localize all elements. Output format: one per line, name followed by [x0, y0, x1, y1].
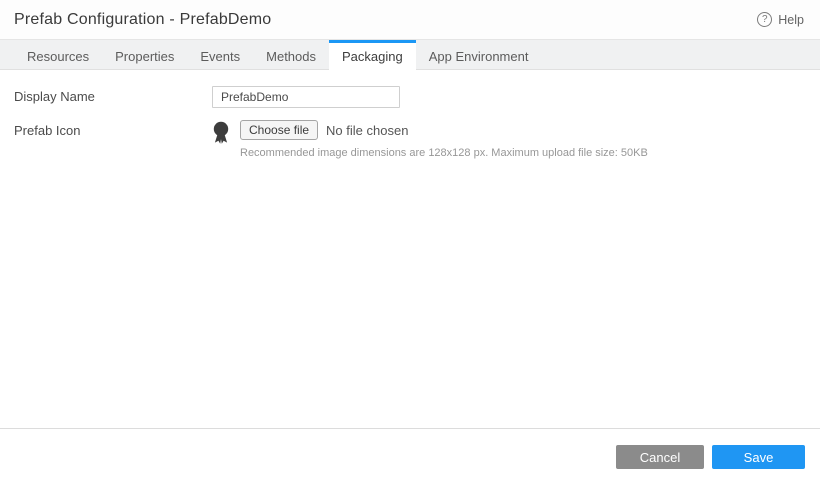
tab-app-environment[interactable]: App Environment — [416, 40, 542, 69]
tab-resources[interactable]: Resources — [14, 40, 102, 69]
tab-properties[interactable]: Properties — [102, 40, 187, 69]
display-name-input[interactable] — [212, 86, 400, 108]
prefab-icon-label: Prefab Icon — [14, 123, 81, 138]
help-label: Help — [778, 12, 804, 27]
prefab-configuration-dialog: Prefab Configuration - PrefabDemo ? Help… — [0, 0, 820, 485]
award-ribbon-icon — [213, 121, 229, 144]
file-chooser-row: Choose file No file chosen — [240, 120, 648, 140]
upload-hint-text: Recommended image dimensions are 128x128… — [240, 147, 648, 159]
dialog-footer: Cancel Save — [0, 428, 820, 485]
page-title: Prefab Configuration - PrefabDemo — [14, 10, 272, 28]
cancel-button[interactable]: Cancel — [616, 445, 704, 469]
packaging-tab-panel: Display Name Prefab Icon Choose file No … — [0, 70, 820, 428]
tab-methods[interactable]: Methods — [253, 40, 329, 69]
display-name-label: Display Name — [14, 89, 95, 104]
save-button[interactable]: Save — [712, 445, 805, 469]
file-chooser: Choose file No file chosen Recommended i… — [240, 120, 648, 159]
display-name-row: Display Name — [14, 86, 820, 108]
prefab-icon-block: Choose file No file chosen Recommended i… — [212, 120, 648, 159]
tab-packaging[interactable]: Packaging — [329, 40, 416, 70]
help-button[interactable]: ? Help — [757, 12, 804, 27]
help-question-icon: ? — [757, 12, 773, 27]
prefab-icon-row: Prefab Icon Choose file No file chosen R… — [14, 120, 820, 159]
no-file-chosen-text: No file chosen — [326, 122, 409, 138]
dialog-header: Prefab Configuration - PrefabDemo ? Help — [0, 0, 820, 40]
tab-bar: Resources Properties Events Methods Pack… — [0, 40, 820, 70]
tab-events[interactable]: Events — [187, 40, 253, 69]
choose-file-button[interactable]: Choose file — [240, 120, 319, 140]
